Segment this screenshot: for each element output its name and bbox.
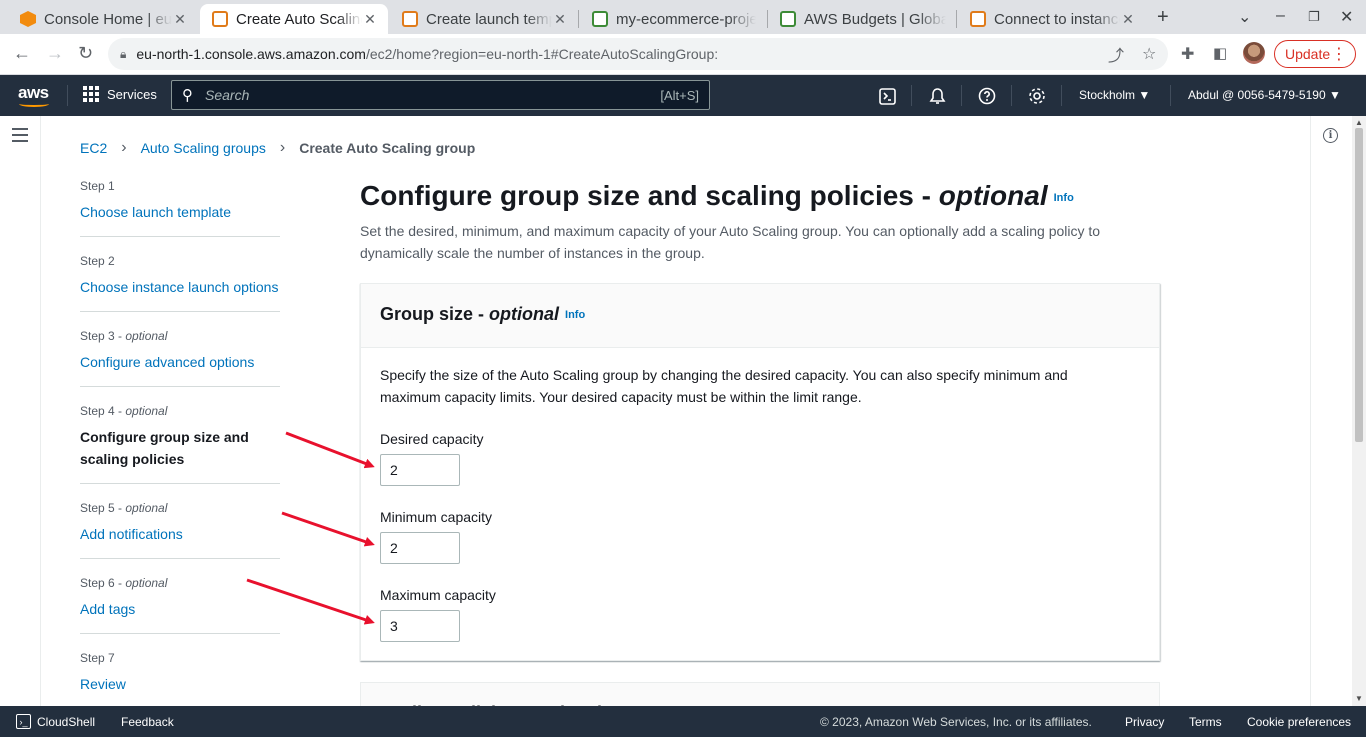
scrollbar[interactable]: ▲ ▼ (1352, 116, 1366, 706)
tab-search-chevron-icon[interactable]: ⌄ (1238, 7, 1251, 27)
address-bar[interactable]: 🔒︎ eu-north-1.console.aws.amazon.com/ec2… (108, 38, 1168, 70)
group-size-description: Specify the size of the Auto Scaling gro… (380, 367, 1068, 405)
new-tab-icon[interactable]: + (1157, 6, 1169, 29)
desired-capacity-label: Desired capacity (380, 431, 484, 447)
minimize-icon[interactable]: – (1276, 7, 1285, 25)
cookie-preferences-link[interactable]: Cookie preferences (1247, 715, 1351, 729)
breadcrumb-current: Create Auto Scaling group (299, 140, 476, 156)
more-menu-icon: ⋮ (1331, 46, 1347, 63)
wizard-step-4-current: Step 4 - optional Configure group size a… (80, 404, 280, 470)
wizard-step-3: Step 3 - optional Configure advanced opt… (80, 329, 280, 373)
close-tab-icon[interactable]: ✕ (1120, 11, 1136, 28)
step-link[interactable]: Review (80, 673, 280, 695)
profile-avatar[interactable] (1243, 42, 1265, 64)
caret-down-icon: ▼ (1328, 88, 1341, 102)
extensions-puzzle-icon[interactable]: ✚ (1181, 44, 1194, 64)
wizard-step-2: Step 2 Choose instance launch options (80, 254, 280, 298)
help-panel-rail (1310, 116, 1352, 706)
wizard-step-7: Step 7 Review (80, 651, 280, 695)
close-tab-icon[interactable]: ✕ (362, 11, 378, 28)
minimum-capacity-input[interactable] (380, 532, 460, 564)
aws-favicon-icon (20, 11, 36, 27)
maximum-capacity-input[interactable] (380, 610, 460, 642)
page-description: Set the desired, minimum, and maximum ca… (360, 223, 1101, 261)
breadcrumb: EC2 › Auto Scaling groups › Create Auto … (80, 139, 475, 157)
browser-tab[interactable]: Connect to instance ✕ (958, 4, 1146, 34)
feedback-link[interactable]: Feedback (121, 715, 174, 729)
share-icon[interactable]: ⤴ (1108, 42, 1124, 66)
info-link[interactable]: Info (1054, 192, 1074, 204)
settings-gear-icon[interactable] (1027, 86, 1047, 106)
close-tab-icon[interactable]: ✕ (172, 11, 188, 28)
caret-down-icon: ▼ (1138, 88, 1151, 102)
grid-icon (83, 86, 99, 102)
group-size-panel: Group size - optional Info Specify the si… (360, 283, 1160, 661)
help-icon[interactable] (977, 86, 997, 106)
search-input[interactable]: ⚲ Search [Alt+S] (171, 80, 710, 110)
aws-logo[interactable]: aws (18, 83, 49, 107)
ec2-favicon-icon (970, 11, 986, 27)
browser-toolbar: ← → ↻ 🔒︎ eu-north-1.console.aws.amazon.c… (0, 34, 1366, 75)
page-title: Configure group size and scaling policie… (360, 180, 1074, 211)
ec2-favicon-icon (212, 11, 228, 27)
arrow-minimum (281, 511, 375, 547)
s3-favicon-icon (592, 11, 608, 27)
console-footer: ›_ CloudShell Feedback © 2023, Amazon We… (0, 706, 1366, 737)
browser-tab[interactable]: my-ecommerce-project (580, 4, 766, 34)
step-link[interactable]: Choose instance launch options (80, 276, 280, 298)
budgets-favicon-icon (780, 11, 796, 27)
wizard-step-5: Step 5 - optional Add notifications (80, 501, 280, 545)
minimum-capacity-label: Minimum capacity (380, 509, 493, 525)
step-link[interactable]: Add notifications (80, 523, 280, 545)
cloudshell-icon[interactable]: ›_ (16, 714, 31, 729)
panel-header: Group size - optional Info (361, 284, 1159, 348)
lock-icon: 🔒︎ (120, 46, 127, 61)
close-tab-icon[interactable]: ✕ (552, 11, 568, 28)
breadcrumb-asg-link[interactable]: Auto Scaling groups (141, 140, 266, 156)
reload-icon[interactable]: ↻ (78, 43, 93, 64)
chevron-right-icon: › (121, 139, 127, 156)
maximum-capacity-label: Maximum capacity (380, 587, 496, 603)
breadcrumb-ec2-link[interactable]: EC2 (80, 140, 107, 156)
search-icon: ⚲ (182, 87, 193, 104)
browser-tab[interactable]: Console Home | eu-north-1 ✕ (8, 4, 198, 34)
terms-link[interactable]: Terms (1189, 715, 1222, 729)
copyright-text: © 2023, Amazon Web Services, Inc. or its… (820, 715, 1092, 729)
cloudshell-link[interactable]: CloudShell (37, 715, 95, 729)
chevron-right-icon: › (279, 139, 286, 156)
browser-tab[interactable]: AWS Budgets | Global (768, 4, 956, 34)
window-close-icon[interactable]: ✕ (1340, 7, 1353, 27)
privacy-link[interactable]: Privacy (1125, 715, 1164, 729)
ec2-favicon-icon (402, 11, 418, 27)
hamburger-menu-icon[interactable] (12, 128, 28, 146)
browser-tab[interactable]: Create launch template ✕ (390, 4, 578, 34)
desired-capacity-input[interactable] (380, 454, 460, 486)
services-menu-button[interactable]: Services (83, 86, 157, 102)
wizard-step-6: Step 6 - optional Add tags (80, 576, 280, 620)
wizard-step-1: Step 1 Choose launch template (80, 179, 280, 223)
info-link[interactable]: Info (565, 309, 585, 321)
step-current-label: Configure group size and scaling policie… (80, 429, 249, 467)
step-link[interactable]: Add tags (80, 598, 280, 620)
notifications-bell-icon[interactable] (927, 86, 947, 106)
region-selector[interactable]: Stockholm ▼ (1079, 88, 1150, 102)
forward-arrow-icon[interactable]: → (46, 43, 64, 64)
restore-icon[interactable]: ❐ (1308, 9, 1320, 25)
step-link[interactable]: Choose launch template (80, 201, 280, 223)
step-link[interactable]: Configure advanced options (80, 351, 280, 373)
browser-tab-active[interactable]: Create Auto Scaling group ✕ (200, 4, 388, 34)
bookmark-star-icon[interactable]: ☆ (1142, 44, 1156, 64)
browser-tab-strip: Console Home | eu-north-1 ✕ Create Auto … (0, 0, 1366, 34)
account-menu[interactable]: Abdul @ 0056-5479-5190 ▼ (1188, 88, 1341, 102)
update-button[interactable]: Update ⋮ (1274, 40, 1356, 68)
side-panel-icon[interactable]: ◧ (1213, 44, 1227, 62)
info-panel-icon[interactable]: i (1323, 128, 1338, 143)
back-arrow-icon[interactable]: ← (13, 43, 31, 64)
cloudshell-icon[interactable] (877, 86, 897, 106)
aws-top-nav: aws Services ⚲ Search [Alt+S] Stockholm … (0, 75, 1366, 116)
